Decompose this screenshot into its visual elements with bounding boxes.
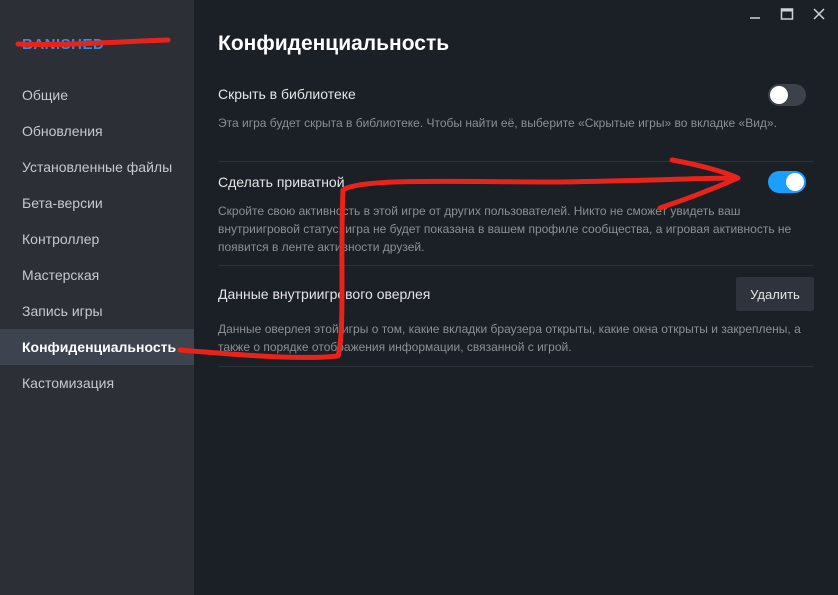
setting-overlay-data: Данные внутриигрового оверлея Удалить Да…	[218, 277, 814, 356]
setting-make-private: Сделать приватной Скройте свою активност…	[218, 171, 814, 256]
sidebar-item-installed-files[interactable]: Установленные файлы	[0, 149, 194, 185]
setting-description: Данные оверлея этой игры о том, какие вк…	[218, 322, 801, 354]
game-title: BANISHED	[22, 36, 105, 53]
hide-in-library-toggle[interactable]	[768, 84, 806, 106]
delete-button[interactable]: Удалить	[736, 277, 814, 311]
setting-description: Эта игра будет скрыта в библиотеке. Чтоб…	[218, 116, 777, 130]
minimize-icon[interactable]	[744, 4, 766, 24]
setting-label: Сделать приватной	[218, 174, 345, 190]
sidebar-item-privacy[interactable]: Конфиденциальность	[0, 329, 194, 365]
sidebar: BANISHED Общие Обновления Установленные …	[0, 0, 194, 595]
divider	[218, 161, 814, 162]
divider	[218, 265, 814, 266]
main-panel: Конфиденциальность Скрыть в библиотеке Э…	[194, 0, 838, 595]
close-icon[interactable]	[808, 4, 830, 24]
sidebar-item-customization[interactable]: Кастомизация	[0, 365, 194, 401]
maximize-icon[interactable]	[776, 4, 798, 24]
setting-label: Данные внутриигрового оверлея	[218, 286, 431, 302]
sidebar-item-controller[interactable]: Контроллер	[0, 221, 194, 257]
toggle-knob	[786, 173, 804, 191]
setting-hide-in-library: Скрыть в библиотеке Эта игра будет скрыт…	[218, 84, 814, 132]
sidebar-item-betas[interactable]: Бета-версии	[0, 185, 194, 221]
divider	[218, 366, 814, 367]
setting-label: Скрыть в библиотеке	[218, 86, 356, 102]
sidebar-item-game-recording[interactable]: Запись игры	[0, 293, 194, 329]
page-title: Конфиденциальность	[218, 32, 450, 55]
toggle-knob	[770, 86, 788, 104]
sidebar-item-updates[interactable]: Обновления	[0, 113, 194, 149]
sidebar-item-general[interactable]: Общие	[0, 77, 194, 113]
make-private-toggle[interactable]	[768, 171, 806, 193]
setting-description: Скройте свою активность в этой игре от д…	[218, 204, 792, 254]
window-controls	[744, 4, 830, 24]
sidebar-item-workshop[interactable]: Мастерская	[0, 257, 194, 293]
sidebar-nav: Общие Обновления Установленные файлы Бет…	[0, 77, 194, 401]
